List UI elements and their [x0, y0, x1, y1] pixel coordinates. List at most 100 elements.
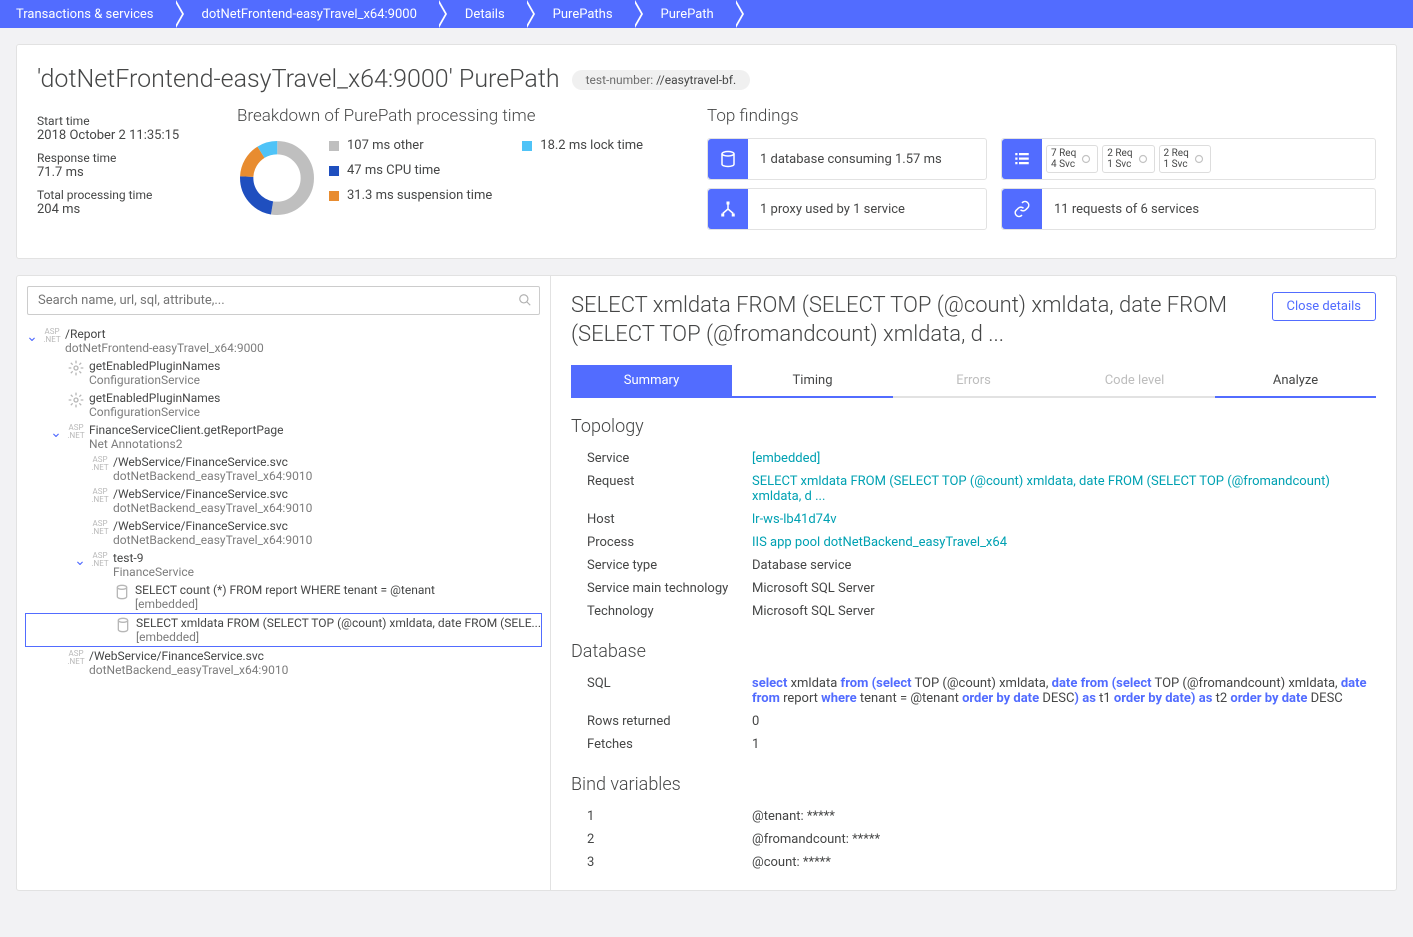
tree-item[interactable]: ASP.NET/WebService/FinanceService.svcdot…	[25, 517, 542, 549]
breadcrumb-item[interactable]: dotNetFrontend-easyTravel_x64:9000	[174, 0, 437, 28]
finding-requests[interactable]: 11 requests of 6 services	[1001, 188, 1376, 230]
tree-item-title: FinanceServiceClient.getReportPage	[89, 423, 542, 437]
tree-item[interactable]: ASP.NET/WebService/FinanceService.svcdot…	[25, 453, 542, 485]
legend-swatch	[329, 191, 339, 201]
breadcrumb-item[interactable]: PurePaths	[525, 0, 633, 28]
finding-proxy[interactable]: 1 proxy used by 1 service	[707, 188, 987, 230]
chevron-down-icon[interactable]: ⌄	[49, 423, 63, 443]
service-label: Service	[587, 451, 752, 466]
asp-icon: ASP.NET	[87, 519, 113, 536]
tree-item[interactable]: ⌄ASP.NETtest-9FinanceService	[25, 549, 542, 581]
proxy-icon	[708, 189, 748, 229]
legend-swatch	[522, 141, 532, 151]
chevron-down-icon[interactable]: ⌄	[73, 551, 87, 571]
db-icon	[109, 583, 135, 600]
legend-swatch	[329, 141, 339, 151]
breakdown-column: Breakdown of PurePath processing time 10…	[237, 106, 677, 238]
breakdown-legend: 107 ms other 47 ms CPU time 31.3 ms suspen…	[329, 138, 643, 218]
req-svc-chip: 2 Req1 Svc	[1159, 145, 1211, 173]
meta-column: Start time 2018 October 2 11:35:15 Respo…	[37, 106, 207, 238]
finding-proxy-text: 1 proxy used by 1 service	[748, 202, 917, 217]
tree-item-title: test-9	[113, 551, 542, 565]
page-title: 'dotNetFrontend-easyTravel_x64:9000' Pur…	[37, 65, 560, 94]
breadcrumb-item[interactable]: PurePath	[633, 0, 734, 28]
sql-value: select xmldata from (select TOP (@count)…	[752, 676, 1376, 706]
main-tech-label: Service main technology	[587, 581, 752, 596]
process-value[interactable]: IIS app pool dotNetBackend_easyTravel_x6…	[752, 535, 1007, 550]
req-svc-chip: 7 Req4 Svc	[1046, 145, 1098, 173]
request-value[interactable]: SELECT xmldata FROM (SELECT TOP (@count)…	[752, 474, 1330, 504]
chevron-down-icon[interactable]: ⌄	[25, 327, 39, 347]
tree-item[interactable]: ASP.NET/WebService/FinanceService.svcdot…	[25, 485, 542, 517]
findings-title: Top findings	[707, 106, 1376, 126]
legend-label: 31.3 ms suspension time	[347, 188, 492, 203]
tree-item-title: /WebService/FinanceService.svc	[89, 649, 542, 663]
search-box	[27, 286, 540, 315]
bind-var-value: @fromandcount: *****	[752, 832, 1376, 847]
asp-icon: ASP.NET	[39, 327, 65, 344]
search-icon	[518, 293, 532, 307]
test-badge: test-number: //easytravel-bf.	[572, 70, 751, 90]
asp-icon: ASP.NET	[87, 487, 113, 504]
legend-item: 107 ms other	[329, 138, 492, 153]
test-badge-value: //easytravel-bf.	[656, 73, 736, 87]
main-tech-value: Microsoft SQL Server	[752, 581, 1376, 596]
tree-item[interactable]: getEnabledPluginNamesConfigurationServic…	[25, 389, 542, 421]
tree-item-subtitle: ConfigurationService	[89, 405, 542, 419]
finding-database-text: 1 database consuming 1.57 ms	[748, 152, 954, 167]
finding-requests-breakdown[interactable]: 7 Req4 Svc2 Req1 Svc2 Req1 Svc	[1001, 138, 1376, 180]
tech-value: Microsoft SQL Server	[752, 604, 1376, 619]
breadcrumb-item[interactable]: Details	[437, 0, 525, 28]
tree-item[interactable]: ASP.NET/WebService/FinanceService.svcdot…	[25, 647, 542, 679]
request-label: Request	[587, 474, 752, 504]
service-value[interactable]: [embedded]	[752, 451, 820, 466]
tree-item[interactable]: ⌄ASP.NET/ReportdotNetFrontend-easyTravel…	[25, 325, 542, 357]
close-details-button[interactable]: Close details	[1272, 292, 1376, 321]
breadcrumb: Transactions & servicesdotNetFrontend-ea…	[0, 0, 1413, 28]
service-type-value: Database service	[752, 558, 1376, 573]
host-label: Host	[587, 512, 752, 527]
tree-item-title: getEnabledPluginNames	[89, 391, 542, 405]
service-type-label: Service type	[587, 558, 752, 573]
list-icon	[1002, 139, 1042, 179]
detail-pane: SELECT xmldata FROM (SELECT TOP (@count)…	[551, 276, 1396, 890]
asp-icon: ASP.NET	[63, 649, 89, 666]
legend-label: 47 ms CPU time	[347, 163, 440, 178]
tree-item[interactable]: SELECT xmldata FROM (SELECT TOP (@count)…	[25, 613, 542, 647]
tree-item-subtitle: [embedded]	[136, 630, 541, 644]
bind-var-index: 1	[587, 809, 752, 824]
tab-summary[interactable]: Summary	[571, 365, 732, 398]
tree-item-title: getEnabledPluginNames	[89, 359, 542, 373]
bind-var-index: 2	[587, 832, 752, 847]
req-svc-chip: 2 Req1 Svc	[1102, 145, 1154, 173]
tree-item[interactable]: ⌄ASP.NETFinanceServiceClient.getReportPa…	[25, 421, 542, 453]
tree-item-title: /WebService/FinanceService.svc	[113, 519, 542, 533]
host-value[interactable]: lr-ws-lb41d74v	[752, 512, 837, 527]
split-panel: ⌄ASP.NET/ReportdotNetFrontend-easyTravel…	[16, 275, 1397, 891]
tree-item-subtitle: [embedded]	[135, 597, 542, 611]
tree-item-subtitle: dotNetFrontend-easyTravel_x64:9000	[65, 341, 542, 355]
detail-title: SELECT xmldata FROM (SELECT TOP (@count)…	[571, 292, 1256, 349]
rows-value: 0	[752, 714, 1376, 729]
search-input[interactable]	[27, 286, 540, 315]
tree-item-subtitle: Net Annotations2	[89, 437, 542, 451]
tree-item[interactable]: getEnabledPluginNamesConfigurationServic…	[25, 357, 542, 389]
asp-icon: ASP.NET	[87, 551, 113, 568]
tree-item-title: /WebService/FinanceService.svc	[113, 487, 542, 501]
tree-item[interactable]: SELECT count (*) FROM report WHERE tenan…	[25, 581, 542, 613]
response-time-label: Response time	[37, 151, 207, 165]
breadcrumb-item[interactable]: Transactions & services	[0, 0, 174, 28]
bind-var-value: @tenant: *****	[752, 809, 1376, 824]
tab-timing[interactable]: Timing	[732, 365, 893, 398]
finding-database[interactable]: 1 database consuming 1.57 ms	[707, 138, 987, 180]
tab-analyze[interactable]: Analyze	[1215, 365, 1376, 398]
tech-label: Technology	[587, 604, 752, 619]
topology-title: Topology	[571, 416, 1376, 437]
database-title: Database	[571, 641, 1376, 662]
fetches-value: 1	[752, 737, 1376, 752]
link-icon	[1002, 189, 1042, 229]
tree-item-subtitle: dotNetBackend_easyTravel_x64:9010	[89, 663, 542, 677]
summary-card: 'dotNetFrontend-easyTravel_x64:9000' Pur…	[16, 44, 1397, 259]
detail-tabs: SummaryTimingErrorsCode levelAnalyze	[571, 365, 1376, 398]
tree-item-subtitle: dotNetBackend_easyTravel_x64:9010	[113, 469, 542, 483]
